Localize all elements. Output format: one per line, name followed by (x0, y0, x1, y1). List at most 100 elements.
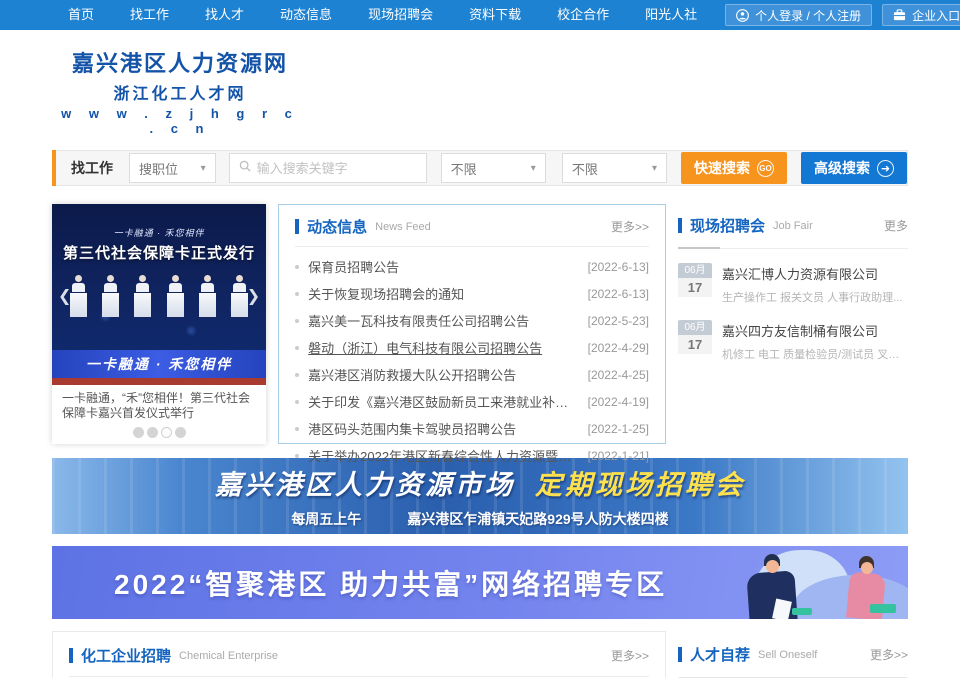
nav-item-downloads[interactable]: 资料下载 (451, 0, 539, 30)
online-recruitment-banner[interactable]: 2022“智聚港区 助力共富”网络招聘专区 (52, 546, 908, 619)
chevron-down-icon: ▾ (652, 163, 657, 174)
date-badge-day: 17 (678, 278, 712, 297)
banner1-address: 嘉兴港区乍浦镇天妃路929号人防大楼四楼 (407, 509, 668, 529)
talent-panel-header: 人才自荐 Sell Oneself 更多>> (678, 644, 908, 665)
filter2-value: 不限 (572, 159, 598, 178)
bottom-content-row: 化工企业招聘 Chemical Enterprise 更多>> 嘉兴石化有限公司… (52, 631, 908, 678)
job-fair-banner[interactable]: 嘉兴港区人力资源市场 定期现场招聘会 每周五上午 嘉兴港区乍浦镇天妃路929号人… (52, 458, 908, 534)
news-item-date: [2022-1-21] (588, 449, 649, 463)
top-navigation-bar: 首页 找工作 找人才 动态信息 现场招聘会 资料下载 校企合作 阳光人社 个人登… (0, 0, 960, 30)
nav-item-home[interactable]: 首页 (50, 0, 112, 30)
chemical-subtitle: Chemical Enterprise (179, 650, 278, 662)
carousel-caption[interactable]: 一卡融通，“禾”您相伴！第三代社会保障卡嘉兴首发仪式举行 (52, 385, 266, 423)
bullet-icon (295, 373, 299, 377)
nav-item-news[interactable]: 动态信息 (262, 0, 350, 30)
filter1-select[interactable]: 不限 ▾ (441, 153, 546, 183)
carousel-dot[interactable] (147, 427, 158, 438)
news-list-item[interactable]: 嘉兴美一瓦科技有限责任公司招聘公告 [2022-5-23] (295, 307, 649, 334)
news-item-date: [2022-4-25] (588, 368, 649, 382)
carousel-dot[interactable] (133, 427, 144, 438)
search-icon (239, 159, 251, 177)
search-label: 找工作 (71, 158, 113, 178)
news-item-title: 港区码头范围内集卡驾驶员招聘公告 (308, 419, 577, 438)
slide-script-text: 一卡融通 · 禾您相伴 (52, 226, 266, 239)
personal-login-register-label: 个人登录 / 个人注册 (755, 7, 861, 24)
banner2-title: 2022“智聚港区 助力共富”网络招聘专区 (114, 563, 667, 603)
filter2-select[interactable]: 不限 ▾ (562, 153, 667, 183)
site-url: w w w . z j h g r c . c n (55, 106, 305, 136)
carousel-dot[interactable] (175, 427, 186, 438)
carousel-next-arrow[interactable]: ❯ (247, 286, 260, 306)
news-item-date: [2022-4-19] (588, 395, 649, 409)
chemical-title: 化工企业招聘 (81, 645, 171, 666)
talent-more-link[interactable]: 更多>> (870, 646, 908, 663)
keyword-input[interactable] (257, 161, 417, 176)
banner1-title: 嘉兴港区人力资源市场 定期现场招聘会 (215, 463, 745, 502)
quick-search-label: 快速搜索 (694, 158, 750, 178)
section-bar (678, 647, 682, 662)
chemical-more-link[interactable]: 更多>> (611, 647, 649, 664)
chemical-panel-header: 化工企业招聘 Chemical Enterprise 更多>> (69, 645, 649, 677)
news-more-link[interactable]: 更多>> (611, 218, 649, 235)
news-item-title: 磐动（浙江）电气科技有限公司招聘公告 (308, 338, 577, 357)
date-badge-month: 06月 (678, 263, 712, 278)
news-list-item[interactable]: 港区码头范围内集卡驾驶员招聘公告 [2022-1-25] (295, 415, 649, 442)
advanced-search-label: 高级搜索 (814, 158, 870, 178)
bullet-icon (295, 400, 299, 404)
job-fair-positions: 生产操作工 报关文员 人事行政助理... (722, 289, 908, 305)
bullet-icon (295, 265, 299, 269)
job-fair-panel: 现场招聘会 Job Fair 更多 06月 17 嘉兴汇博人力资源有限公司 生产… (678, 204, 908, 444)
job-fair-item[interactable]: 06月 17 嘉兴汇博人力资源有限公司 生产操作工 报关文员 人事行政助理... (678, 263, 908, 305)
carousel-slide[interactable]: 一卡融通 · 禾您相伴 第三代社会保障卡正式发行 一卡融通 · 禾您相伴 (52, 204, 266, 385)
nav-item-find-job[interactable]: 找工作 (112, 0, 187, 30)
news-list-item[interactable]: 保育员招聘公告 [2022-6-13] (295, 253, 649, 280)
slide-title-text: 第三代社会保障卡正式发行 (52, 242, 266, 263)
bullet-icon (295, 346, 299, 350)
site-logo[interactable]: 嘉兴港区人力资源网 浙江化工人才网 w w w . z j h g r c . … (55, 46, 305, 136)
search-accent-bar (52, 150, 56, 186)
quick-search-button[interactable]: 快速搜索 GO (681, 152, 787, 184)
news-item-date: [2022-1-25] (588, 422, 649, 436)
news-item-date: [2022-6-13] (588, 287, 649, 301)
banner1-title-yellow: 定期现场招聘会 (535, 463, 745, 502)
news-list-item[interactable]: 关于印发《嘉兴港区鼓励新员工来港就业补助操作... [2022-4-19] (295, 388, 649, 415)
search-type-select[interactable]: 搜职位 ▾ (129, 153, 216, 183)
personal-login-register-button[interactable]: 个人登录 / 个人注册 (725, 4, 872, 26)
banner1-details: 每周五上午 嘉兴港区乍浦镇天妃路929号人防大楼四楼 (291, 509, 668, 529)
site-header: 嘉兴港区人力资源网 浙江化工人才网 w w w . z j h g r c . … (0, 30, 960, 148)
date-badge: 06月 17 (678, 263, 712, 305)
news-item-date: [2022-5-23] (588, 314, 649, 328)
date-badge-month: 06月 (678, 320, 712, 335)
nav-item-school-cooperation[interactable]: 校企合作 (539, 0, 627, 30)
person-icon (736, 9, 749, 22)
slide-banner-text: 一卡融通 · 禾您相伴 (52, 350, 266, 378)
advanced-search-button[interactable]: 高级搜索 ➜ (801, 152, 907, 184)
news-item-title: 保育员招聘公告 (308, 257, 577, 276)
section-bar (69, 648, 73, 663)
main-content-row: 一卡融通 · 禾您相伴 第三代社会保障卡正式发行 一卡融通 · 禾您相伴 ❮ ❯… (52, 204, 908, 444)
news-list-item[interactable]: 嘉兴港区消防救援大队公开招聘公告 [2022-4-25] (295, 361, 649, 388)
job-fair-item[interactable]: 06月 17 嘉兴四方友信制桶有限公司 机修工 电工 质量检验员/测试员 叉车.… (678, 320, 908, 362)
divider (678, 248, 908, 249)
job-fair-more-link[interactable]: 更多 (884, 217, 908, 234)
news-item-title: 关于恢复现场招聘会的通知 (308, 284, 577, 303)
search-type-value: 搜职位 (139, 159, 178, 178)
enterprise-entry-button[interactable]: 企业入口 (882, 4, 960, 26)
news-item-date: [2022-6-13] (588, 260, 649, 274)
news-item-title: 嘉兴港区消防救援大队公开招聘公告 (308, 365, 577, 384)
news-list-item[interactable]: 关于恢复现场招聘会的通知 [2022-6-13] (295, 280, 649, 307)
carousel-dot-active[interactable] (161, 427, 172, 438)
bullet-icon (295, 454, 299, 458)
news-item-date: [2022-4-29] (588, 341, 649, 355)
news-item-title: 嘉兴美一瓦科技有限责任公司招聘公告 (308, 311, 577, 330)
news-list-item-hovered[interactable]: 磐动（浙江）电气科技有限公司招聘公告 [2022-4-29] (295, 334, 649, 361)
carousel-prev-arrow[interactable]: ❮ (58, 286, 71, 306)
carousel-dots (52, 423, 266, 444)
slide-podium-figures (52, 275, 266, 317)
nav-item-find-talent[interactable]: 找人才 (187, 0, 262, 30)
news-carousel: 一卡融通 · 禾您相伴 第三代社会保障卡正式发行 一卡融通 · 禾您相伴 ❮ ❯… (52, 204, 266, 444)
nav-item-job-fair[interactable]: 现场招聘会 (350, 0, 451, 30)
nav-item-sunshine-hr[interactable]: 阳光人社 (627, 0, 715, 30)
job-fair-subtitle: Job Fair (773, 220, 813, 232)
job-fair-item-info: 嘉兴四方友信制桶有限公司 机修工 电工 质量检验员/测试员 叉车... (722, 320, 908, 362)
